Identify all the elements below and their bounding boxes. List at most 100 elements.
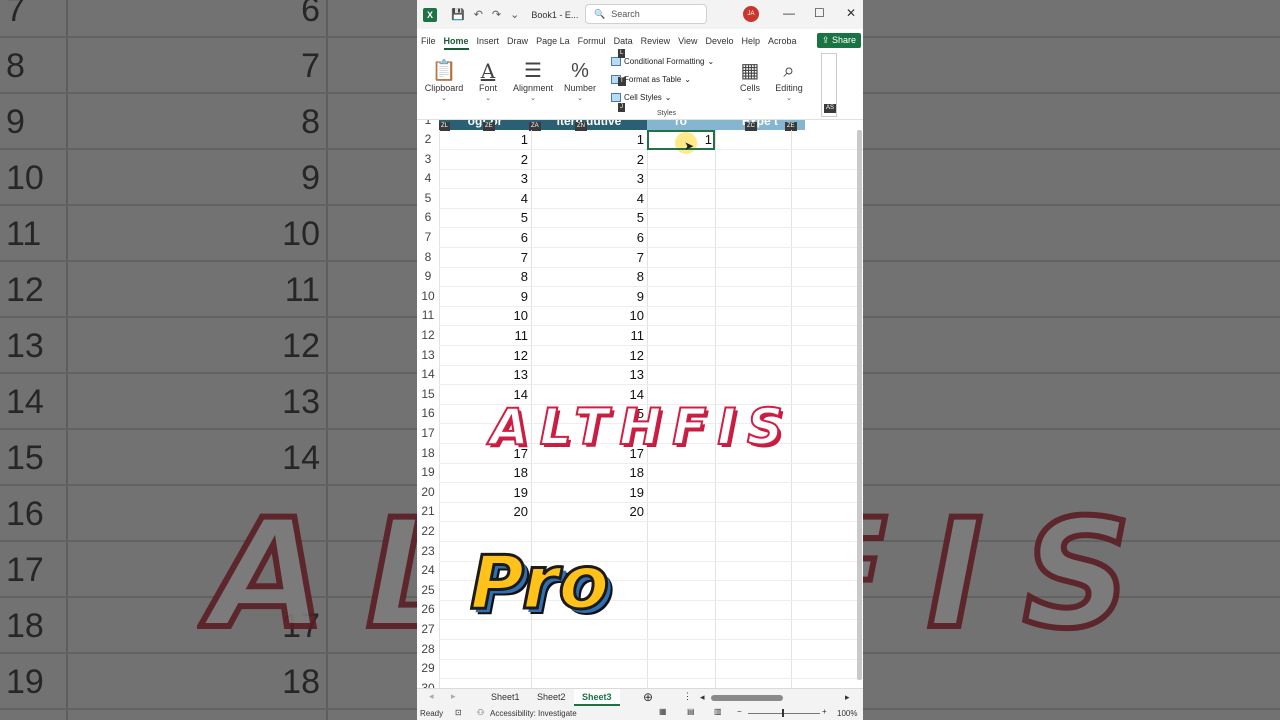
table-cell[interactable] <box>647 189 715 209</box>
cells-group[interactable]: ▦ Cells ⌄ <box>733 55 767 102</box>
tab-pagela[interactable]: Page La <box>532 36 574 46</box>
table-cell[interactable] <box>647 365 715 385</box>
cell-styles-button[interactable]: Cell Styles ⌄ <box>611 93 672 102</box>
sheet-tab-sheet3[interactable]: Sheet3 <box>574 689 620 706</box>
table-cell[interactable] <box>647 169 715 189</box>
tab-data[interactable]: Data <box>610 36 637 46</box>
table-cell[interactable] <box>647 561 715 581</box>
table-cell[interactable] <box>531 522 647 542</box>
table-cell[interactable]: 4 <box>531 189 647 209</box>
accessibility-status[interactable]: Accessibility: Investigate <box>490 709 577 718</box>
row-header[interactable]: 23 <box>417 541 439 562</box>
table-cell[interactable] <box>647 248 715 268</box>
table-cell[interactable] <box>439 659 531 679</box>
workbook-title[interactable]: Book1 - E... <box>531 10 578 20</box>
sheet-tab-sheet1[interactable]: Sheet1 <box>483 689 528 706</box>
vertical-scrollbar[interactable] <box>857 130 862 680</box>
user-avatar[interactable]: JA <box>743 6 759 22</box>
row-header[interactable]: 30 <box>417 678 439 688</box>
tab-develo[interactable]: Develo <box>702 36 738 46</box>
table-cell[interactable]: 12 <box>439 346 531 366</box>
table-cell[interactable] <box>647 228 715 248</box>
table-cell[interactable] <box>439 679 531 688</box>
tab-insert[interactable]: Insert <box>473 36 504 46</box>
table-cell[interactable]: 1 <box>439 130 531 150</box>
scroll-left-icon[interactable]: ◂ <box>429 691 434 702</box>
table-cell[interactable]: 13 <box>531 365 647 385</box>
tab-acroba[interactable]: Acroba <box>764 36 801 46</box>
table-cell[interactable]: 13 <box>439 365 531 385</box>
table-cell[interactable] <box>647 542 715 562</box>
row-header[interactable]: 18 <box>417 443 439 464</box>
table-cell[interactable] <box>647 463 715 483</box>
table-cell[interactable]: 12 <box>531 346 647 366</box>
share-button[interactable]: ⇪ Share <box>816 33 861 48</box>
table-cell[interactable] <box>531 640 647 660</box>
row-header[interactable]: 7 <box>417 228 439 248</box>
table-cell[interactable]: 3 <box>531 169 647 189</box>
table-cell[interactable]: 4 <box>439 189 531 209</box>
row-header[interactable]: 28 <box>417 639 439 660</box>
row-header[interactable]: 15 <box>417 384 439 405</box>
normal-view-icon[interactable]: ▦ <box>659 707 667 716</box>
table-cell[interactable]: 9 <box>531 287 647 307</box>
zoom-slider-thumb[interactable] <box>782 709 784 717</box>
table-cell[interactable] <box>647 659 715 679</box>
row-header[interactable]: 25 <box>417 580 439 601</box>
row-header[interactable]: 29 <box>417 659 439 679</box>
row-header[interactable]: 8 <box>417 247 439 268</box>
row-header[interactable]: 9 <box>417 267 439 287</box>
table-cell[interactable]: 11 <box>439 326 531 346</box>
table-cell[interactable]: 11 <box>531 326 647 346</box>
undo-icon[interactable]: ↶ <box>474 8 483 21</box>
table-cell[interactable] <box>647 346 715 366</box>
row-header[interactable]: 26 <box>417 600 439 620</box>
autosave-icon[interactable]: 💾 <box>451 8 465 21</box>
row-header[interactable]: 27 <box>417 620 439 640</box>
add-sheet-icon[interactable]: ⊕ <box>643 690 653 704</box>
table-cell[interactable] <box>647 267 715 287</box>
horizontal-scrollbar[interactable] <box>711 695 783 701</box>
row-header[interactable]: 14 <box>417 365 439 385</box>
table-cell[interactable]: 19 <box>531 483 647 503</box>
row-header[interactable]: 21 <box>417 502 439 522</box>
table-cell[interactable]: 8 <box>531 267 647 287</box>
search-box[interactable]: 🔍 Search <box>585 4 707 24</box>
table-cell[interactable]: 20 <box>531 502 647 522</box>
table-cell[interactable]: 2 <box>531 150 647 170</box>
customize-toolbar-icon[interactable]: ⌄ <box>510 8 519 21</box>
table-cell[interactable]: 6 <box>439 228 531 248</box>
table-cell[interactable]: 8 <box>439 267 531 287</box>
more-options-icon[interactable]: ⋮ <box>683 691 692 702</box>
maximize-button[interactable]: ☐ <box>814 6 825 20</box>
scroll-right-icon[interactable]: ▸ <box>451 691 456 702</box>
number-group[interactable]: % Number ⌄ <box>561 55 599 102</box>
table-cell[interactable] <box>647 287 715 307</box>
sheet-tab-sheet2[interactable]: Sheet2 <box>529 689 574 706</box>
table-cell[interactable]: 3 <box>439 169 531 189</box>
table-cell[interactable] <box>531 659 647 679</box>
tab-view[interactable]: View <box>674 36 701 46</box>
table-cell[interactable] <box>439 640 531 660</box>
close-button[interactable]: ✕ <box>846 6 856 20</box>
clipboard-group[interactable]: 📋 Clipboard ⌄ <box>423 55 465 102</box>
page-layout-icon[interactable]: ▤ <box>687 707 695 716</box>
table-cell[interactable]: 5 <box>439 208 531 228</box>
table-cell[interactable]: 19 <box>439 483 531 503</box>
row-header[interactable]: 20 <box>417 482 439 503</box>
row-header[interactable]: 5 <box>417 188 439 209</box>
zoom-out-icon[interactable]: − <box>737 707 742 716</box>
table-cell[interactable] <box>531 679 647 688</box>
row-header[interactable]: 4 <box>417 169 439 189</box>
zoom-in-icon[interactable]: + <box>822 707 827 716</box>
selected-cell[interactable] <box>647 130 715 150</box>
conditional-formatting-button[interactable]: Conditional Formatting ⌄ <box>611 57 714 66</box>
row-header[interactable]: 1 <box>417 120 439 131</box>
table-cell[interactable] <box>647 679 715 688</box>
tab-formul[interactable]: Formul <box>574 36 610 46</box>
table-cell[interactable] <box>647 326 715 346</box>
row-header[interactable]: 2 <box>417 130 439 150</box>
alignment-group[interactable]: ☰ Alignment ⌄ <box>509 55 557 102</box>
editing-group[interactable]: ⌕ Editing ⌄ <box>771 55 807 102</box>
table-cell[interactable]: 6 <box>531 228 647 248</box>
